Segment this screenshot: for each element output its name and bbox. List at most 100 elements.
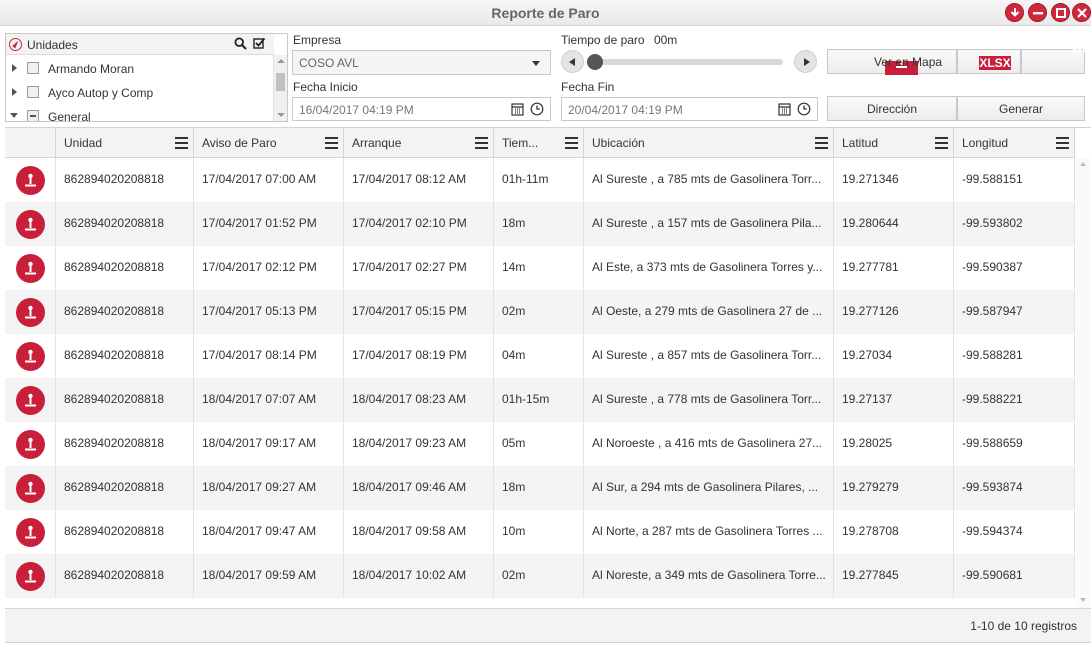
cell-text: -99.588281 [962, 348, 1023, 362]
column-header[interactable]: Unidad [56, 128, 194, 158]
cell-text: 17/04/2017 02:12 PM [202, 260, 317, 274]
stop-marker-icon[interactable] [16, 166, 45, 195]
column-header[interactable]: Longitud [954, 128, 1075, 158]
table-row[interactable]: 862894020208818 18/04/2017 07:07 AM 18/04/… [5, 378, 1075, 422]
tiempo-slider-track[interactable] [590, 59, 783, 65]
column-menu-icon[interactable] [475, 137, 488, 152]
cell-text: 862894020208818 [64, 436, 165, 450]
xlsx-button[interactable]: XLSX [957, 49, 1021, 74]
tree-item-ayco-autop[interactable]: Ayco Autop y Comp [6, 80, 274, 104]
empresa-select[interactable]: COSO AVL [292, 50, 551, 75]
column-menu-icon[interactable] [325, 137, 338, 152]
clock-icon[interactable] [797, 102, 811, 119]
table-row[interactable]: 862894020208818 18/04/2017 09:17 AM 18/04/… [5, 422, 1075, 466]
scroll-up-icon[interactable] [277, 59, 285, 63]
table-row[interactable]: 862894020208818 17/04/2017 08:14 PM 17/04/… [5, 334, 1075, 378]
row-icon-cell[interactable] [5, 334, 56, 378]
table-cell: -99.593802 [954, 202, 1075, 246]
expand-arrow-icon[interactable] [12, 88, 17, 96]
fecha-fin-field[interactable]: 20/04/2017 04:19 PM [561, 97, 818, 121]
cell-text: -99.593802 [962, 216, 1023, 230]
scroll-up-icon[interactable] [1080, 162, 1086, 166]
cell-text: 862894020208818 [64, 216, 165, 230]
chart-report-button[interactable] [1021, 41, 1091, 74]
column-header[interactable]: Arranque [344, 128, 494, 158]
column-menu-icon[interactable] [935, 137, 948, 152]
stop-marker-icon[interactable] [16, 254, 45, 283]
fecha-inicio-field[interactable]: 16/04/2017 04:19 PM [292, 97, 551, 121]
table-row[interactable]: 862894020208818 17/04/2017 02:12 PM 17/04/… [5, 246, 1075, 290]
table-scrollbar[interactable] [1076, 158, 1091, 608]
direccion-button[interactable]: Dirección [827, 96, 957, 121]
table-cell: -99.590387 [954, 246, 1075, 290]
column-menu-icon[interactable] [815, 137, 828, 152]
cell-text: -99.587947 [962, 304, 1023, 318]
stop-marker-icon[interactable] [16, 210, 45, 239]
table-cell: Al Noreste, a 349 mts de Gasolinera Torr… [584, 554, 834, 598]
row-icon-cell[interactable] [5, 378, 56, 422]
row-icon-cell[interactable] [5, 246, 56, 290]
tree-scrollbar[interactable] [273, 55, 287, 121]
download-button[interactable] [1005, 3, 1024, 22]
stop-marker-icon[interactable] [16, 430, 45, 459]
stop-marker-icon[interactable] [16, 474, 45, 503]
calendar-icon[interactable] [511, 102, 524, 119]
checkbox-icon[interactable] [253, 37, 266, 53]
table-cell: 18/04/2017 09:58 AM [344, 510, 494, 554]
slider-increase-button[interactable] [794, 50, 817, 73]
ver-en-mapa-button[interactable]: Ver en Mapa [827, 49, 957, 75]
stop-marker-icon[interactable] [16, 386, 45, 415]
row-icon-cell[interactable] [5, 202, 56, 246]
expand-arrow-icon[interactable] [12, 64, 17, 72]
column-header[interactable]: Ubicación [584, 128, 834, 158]
scroll-down-icon[interactable] [1080, 598, 1086, 602]
scroll-down-icon[interactable] [277, 113, 285, 117]
column-menu-icon[interactable] [1056, 137, 1069, 152]
calendar-icon[interactable] [778, 102, 791, 119]
table-cell: 862894020208818 [56, 290, 194, 334]
stop-marker-icon[interactable] [16, 562, 45, 591]
column-header[interactable]: Aviso de Paro [194, 128, 344, 158]
table-row[interactable]: 862894020208818 17/04/2017 07:00 AM 17/04/… [5, 158, 1075, 202]
table-row[interactable]: 862894020208818 18/04/2017 09:27 AM 18/04/… [5, 466, 1075, 510]
slider-decrease-button[interactable] [561, 50, 584, 73]
column-header[interactable]: Latitud [834, 128, 954, 158]
table-row[interactable]: 862894020208818 18/04/2017 09:47 AM 18/04/… [5, 510, 1075, 554]
column-header-label: Arranque [352, 136, 402, 150]
clock-icon[interactable] [530, 102, 544, 119]
maximize-button[interactable] [1051, 3, 1070, 22]
tree-item-general[interactable]: General [6, 104, 274, 121]
tree-item-checkbox[interactable] [27, 110, 39, 121]
stop-marker-icon[interactable] [16, 298, 45, 327]
column-menu-icon[interactable] [565, 137, 578, 152]
stop-marker-icon[interactable] [16, 518, 45, 547]
scroll-thumb[interactable] [276, 73, 285, 91]
tree-item-checkbox[interactable] [27, 86, 39, 98]
tree-item-checkbox[interactable] [27, 62, 39, 74]
table-row[interactable]: 862894020208818 17/04/2017 05:13 PM 17/04/… [5, 290, 1075, 334]
column-header-label: Unidad [64, 136, 103, 150]
collapse-arrow-icon[interactable] [10, 113, 18, 118]
table-cell: Al Sureste , a 157 mts de Gasolinera Pil… [584, 202, 834, 246]
search-icon[interactable] [234, 37, 247, 53]
table-row[interactable]: 862894020208818 17/04/2017 01:52 PM 17/04/… [5, 202, 1075, 246]
cell-text: 19.280644 [842, 216, 899, 230]
row-icon-cell[interactable] [5, 510, 56, 554]
table-cell: 17/04/2017 08:19 PM [344, 334, 494, 378]
generar-button[interactable]: Generar [957, 96, 1085, 121]
column-header[interactable]: Tiem... [494, 128, 584, 158]
row-icon-cell[interactable] [5, 554, 56, 598]
tree-item-armando-moran[interactable]: Armando Moran [6, 56, 274, 80]
tiempo-slider-handle[interactable] [587, 54, 603, 70]
table-row[interactable]: 862894020208818 18/04/2017 09:59 AM 18/04/… [5, 554, 1075, 598]
minimize-button[interactable] [1028, 3, 1047, 22]
stop-marker-icon[interactable] [16, 342, 45, 371]
row-icon-cell[interactable] [5, 158, 56, 202]
row-icon-cell[interactable] [5, 422, 56, 466]
column-menu-icon[interactable] [175, 137, 188, 152]
row-icon-cell[interactable] [5, 290, 56, 334]
close-button[interactable] [1072, 3, 1091, 22]
tree-item-label: Armando Moran [48, 62, 135, 76]
table-cell: 19.27034 [834, 334, 954, 378]
row-icon-cell[interactable] [5, 466, 56, 510]
